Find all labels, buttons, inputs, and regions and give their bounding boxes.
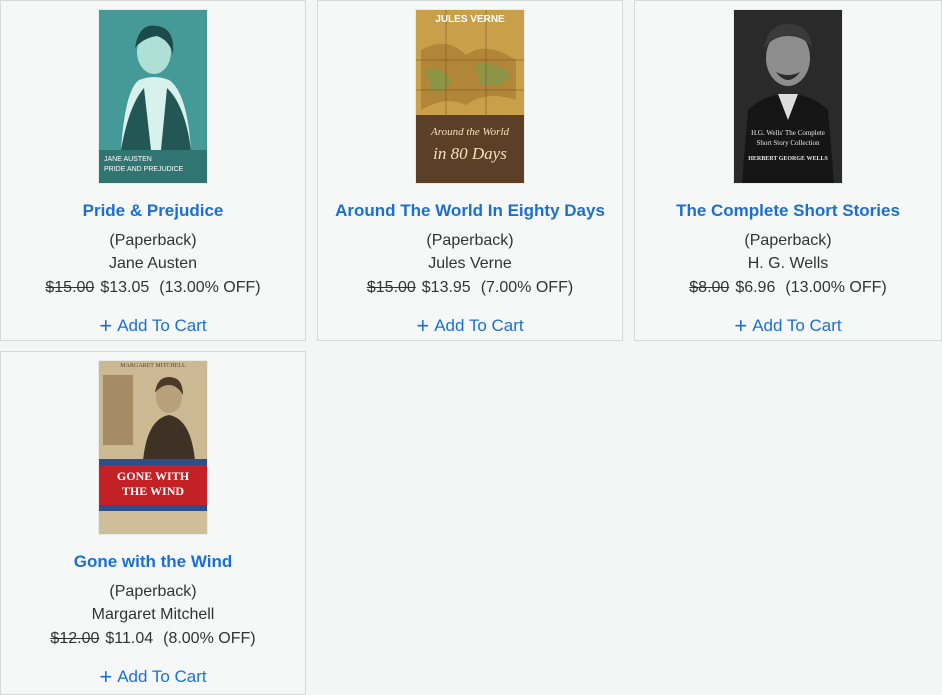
add-to-cart-label: Add To Cart <box>752 316 842 335</box>
book-card-gone-with-the-wind: MARGARET MITCHELL GONE WITH THE WIND Gon… <box>0 351 306 695</box>
add-to-cart-button[interactable]: + Add To Cart <box>635 313 941 339</box>
book-title-link[interactable]: Around The World In Eighty Days <box>318 201 622 221</box>
add-to-cart-label: Add To Cart <box>117 667 207 686</box>
cover-author-text: HERBERT GEORGE WELLS <box>748 156 828 162</box>
cover-title-text-2: in 80 Days <box>433 144 507 163</box>
original-price: $15.00 <box>45 279 95 296</box>
book-author: Jules Verne <box>428 255 512 272</box>
book-price: $15.00 $13.05 (13.00% OFF) <box>1 279 305 297</box>
cover-title-text: GONE WITH <box>116 469 190 483</box>
cover-author-text: JANE AUSTEN <box>104 156 152 163</box>
book-card-complete-short-stories: H.G. Wells' The Complete Short Story Col… <box>634 0 942 341</box>
book-format: (Paperback) <box>109 232 197 249</box>
book-cover-around-the-world[interactable]: JULES VERNE Around the World in 80 Days <box>416 10 524 183</box>
book-author: H. G. Wells <box>747 255 829 272</box>
sale-price: $13.95 <box>421 279 471 296</box>
discount-label: (13.00% OFF) <box>785 279 887 296</box>
book-author: Jane Austen <box>108 255 198 272</box>
book-price: $8.00 $6.96 (13.00% OFF) <box>635 279 941 297</box>
book-price: $12.00 $11.04 (8.00% OFF) <box>1 630 305 648</box>
book-cover-gone-with-the-wind[interactable]: MARGARET MITCHELL GONE WITH THE WIND <box>99 361 207 534</box>
book-cover-complete-short-stories[interactable]: H.G. Wells' The Complete Short Story Col… <box>734 10 842 183</box>
cover-photo-image <box>99 361 207 534</box>
cover-title-text: PRIDE AND PREJUDICE <box>104 166 184 173</box>
add-to-cart-button[interactable]: + Add To Cart <box>318 313 622 339</box>
book-card-pride-prejudice: JANE AUSTEN PRIDE AND PREJUDICE Pride & … <box>0 0 306 341</box>
book-format: (Paperback) <box>744 232 832 249</box>
cover-title-text: Around the World <box>430 126 510 138</box>
book-title-link[interactable]: Pride & Prejudice <box>1 201 305 221</box>
sale-price: $13.05 <box>100 279 150 296</box>
plus-icon: + <box>99 664 113 689</box>
original-price: $8.00 <box>689 279 730 296</box>
cover-title-text-2: THE WIND <box>121 484 185 498</box>
cover-subtitle-text: Short Story Collection <box>756 139 820 147</box>
discount-label: (7.00% OFF) <box>480 279 574 296</box>
original-price: $15.00 <box>366 279 416 296</box>
discount-label: (8.00% OFF) <box>163 630 256 647</box>
sale-price: $6.96 <box>735 279 776 296</box>
plus-icon: + <box>416 313 430 338</box>
discount-label: (13.00% OFF) <box>159 279 261 296</box>
sale-price: $11.04 <box>105 630 154 647</box>
plus-icon: + <box>734 313 748 338</box>
cover-title-text: H.G. Wells' The Complete <box>751 129 825 137</box>
cover-author-text: JULES VERNE <box>435 14 505 25</box>
add-to-cart-button[interactable]: + Add To Cart <box>1 313 305 339</box>
book-format: (Paperback) <box>109 583 197 600</box>
book-format: (Paperback) <box>426 232 514 249</box>
book-author: Margaret Mitchell <box>91 606 215 623</box>
book-price: $15.00 $13.95 (7.00% OFF) <box>318 279 622 297</box>
book-cover-pride-prejudice[interactable]: JANE AUSTEN PRIDE AND PREJUDICE <box>99 10 207 183</box>
book-title-link[interactable]: Gone with the Wind <box>1 552 305 572</box>
book-card-around-the-world: JULES VERNE Around the World in 80 Days … <box>317 0 623 341</box>
plus-icon: + <box>99 313 113 338</box>
add-to-cart-label: Add To Cart <box>117 316 207 335</box>
cover-author-text: MARGARET MITCHELL <box>120 363 186 369</box>
add-to-cart-label: Add To Cart <box>434 316 524 335</box>
original-price: $12.00 <box>50 630 100 647</box>
add-to-cart-button[interactable]: + Add To Cart <box>1 664 305 690</box>
book-title-link[interactable]: The Complete Short Stories <box>635 201 941 221</box>
